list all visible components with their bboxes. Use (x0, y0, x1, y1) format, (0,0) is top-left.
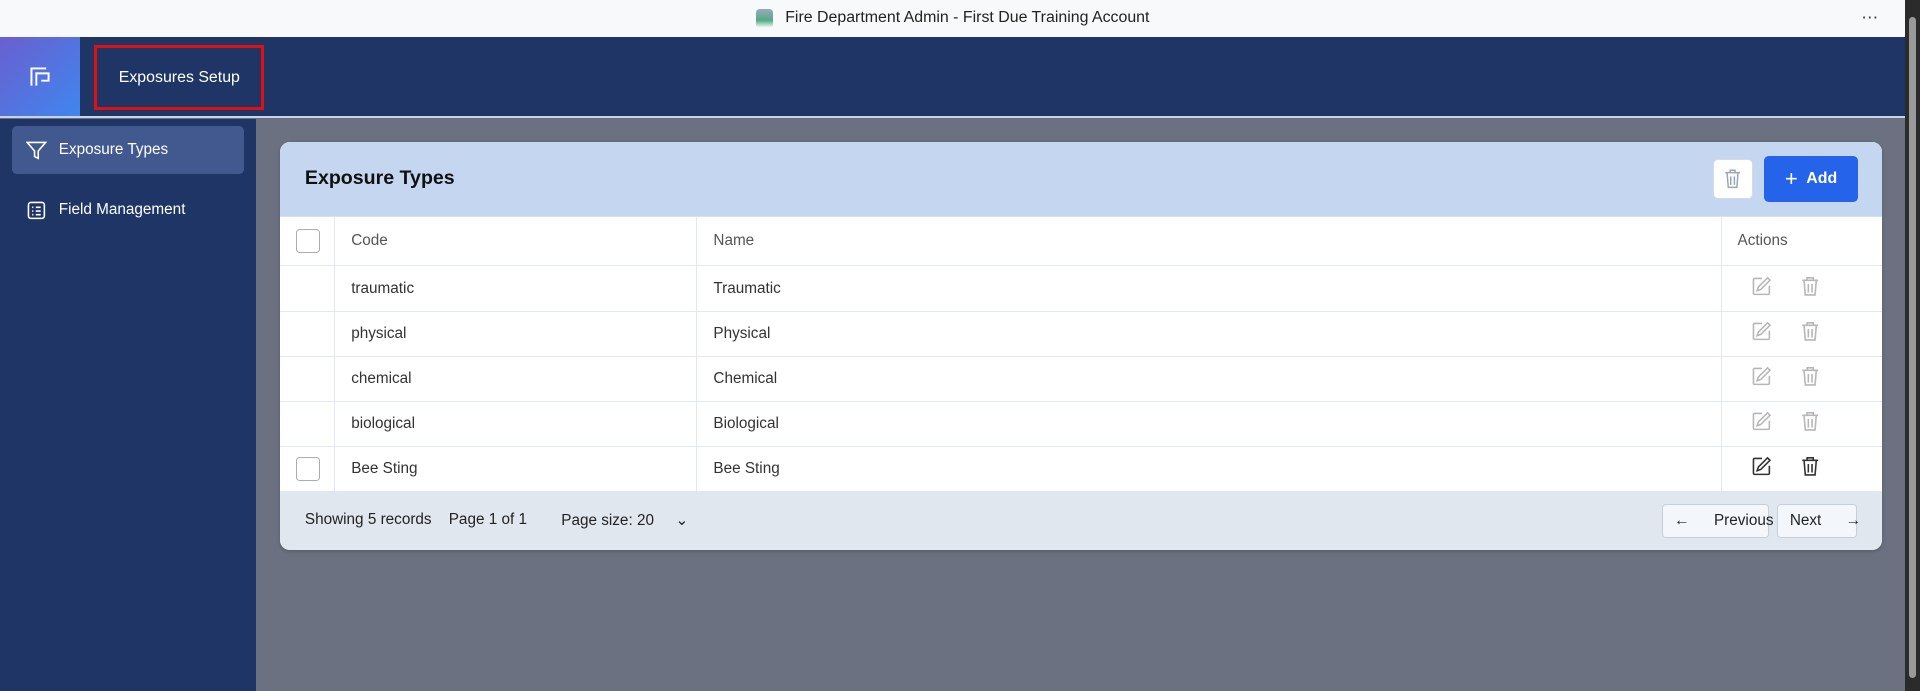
delete-icon[interactable] (1801, 366, 1819, 392)
delete-icon[interactable] (1801, 411, 1819, 437)
code-cell: chemical (334, 356, 697, 402)
table-row[interactable]: traumatic Traumatic (280, 265, 1883, 312)
next-button[interactable]: Next → (1776, 504, 1861, 539)
code-cell: physical (334, 311, 697, 357)
add-label: Add (1806, 169, 1838, 187)
edit-icon[interactable] (1751, 411, 1772, 437)
record-count: Showing 5 records (304, 511, 432, 529)
more-menu-icon[interactable]: ⋯ (1861, 7, 1878, 28)
column-header-name[interactable]: Name (696, 216, 1722, 267)
name-cell: Physical (696, 311, 1722, 357)
previous-button[interactable]: ← Previous (1661, 504, 1774, 539)
app-header: Exposures Setup (0, 36, 1906, 119)
exposure-types-card: Exposure Types + Add Code Name Actions t… (280, 142, 1883, 550)
name-cell: Bee Sting (696, 446, 1722, 492)
table-row[interactable]: Bee Sting Bee Sting (280, 446, 1883, 492)
name-cell: Chemical (696, 356, 1722, 402)
page-indicator: Page 1 of 1 (448, 511, 527, 529)
previous-label: Previous (1713, 512, 1774, 530)
table-row[interactable]: chemical Chemical (280, 356, 1883, 402)
window-title: Fire Department Admin - First Due Traini… (785, 9, 1150, 27)
scrollbar-thumb[interactable] (1908, 17, 1917, 679)
sidebar-item-field-management[interactable]: Field Management (12, 186, 243, 234)
name-cell: Biological (696, 401, 1722, 447)
table-row[interactable]: biological Biological (280, 401, 1883, 447)
page-size-select[interactable]: Page size: 20 ⌄ (544, 511, 688, 530)
table-row[interactable]: physical Physical (280, 311, 1883, 357)
delete-icon[interactable] (1801, 276, 1819, 302)
exposure-types-table: Code Name Actions traumatic Traumatic ph… (280, 216, 1883, 492)
delete-icon[interactable] (1801, 456, 1819, 482)
code-cell: Bee Sting (334, 446, 697, 492)
code-cell: biological (334, 401, 697, 447)
row-checkbox[interactable] (296, 456, 321, 481)
arrow-right-icon: → (1845, 512, 1862, 530)
edit-icon[interactable] (1751, 366, 1772, 392)
delete-icon[interactable] (1801, 321, 1819, 347)
name-cell: Traumatic (696, 265, 1722, 312)
sidebar-item-exposure-types[interactable]: Exposure Types (12, 126, 244, 174)
tab-label: Exposures Setup (118, 68, 240, 86)
code-cell: traumatic (334, 265, 697, 312)
column-header-actions: Actions (1720, 216, 1883, 267)
arrow-left-icon: ← (1674, 512, 1690, 530)
edit-icon[interactable] (1751, 456, 1772, 482)
select-all-checkbox[interactable] (296, 228, 321, 253)
card-title: Exposure Types (304, 166, 455, 189)
next-label: Next (1789, 512, 1822, 530)
edit-icon[interactable] (1751, 276, 1772, 302)
column-header-code[interactable]: Code (334, 216, 697, 267)
sidebar: Exposure Types Field Management (0, 118, 256, 691)
tab-exposures-setup[interactable]: Exposures Setup (94, 45, 265, 111)
table-footer: Showing 5 records Page 1 of 1 Page size:… (280, 491, 1883, 550)
app-favicon-icon (755, 8, 773, 29)
list-icon (27, 201, 45, 219)
app-logo-icon[interactable] (0, 36, 80, 117)
window-titlebar: Fire Department Admin - First Due Traini… (0, 0, 1906, 38)
add-button[interactable]: + Add (1764, 155, 1858, 203)
bulk-delete-button[interactable] (1713, 159, 1753, 200)
trash-icon (1725, 169, 1741, 189)
filter-icon (25, 141, 47, 160)
scrollbar[interactable] (1905, 0, 1920, 691)
edit-icon[interactable] (1751, 321, 1772, 347)
sidebar-item-label: Exposure Types (58, 140, 169, 158)
chevron-down-icon: ⌄ (675, 511, 689, 529)
table-header-row: Code Name Actions (280, 216, 1883, 267)
page-size-label: Page size: 20 (561, 511, 654, 529)
plus-icon: + (1784, 165, 1798, 191)
sidebar-item-label: Field Management (58, 200, 186, 218)
